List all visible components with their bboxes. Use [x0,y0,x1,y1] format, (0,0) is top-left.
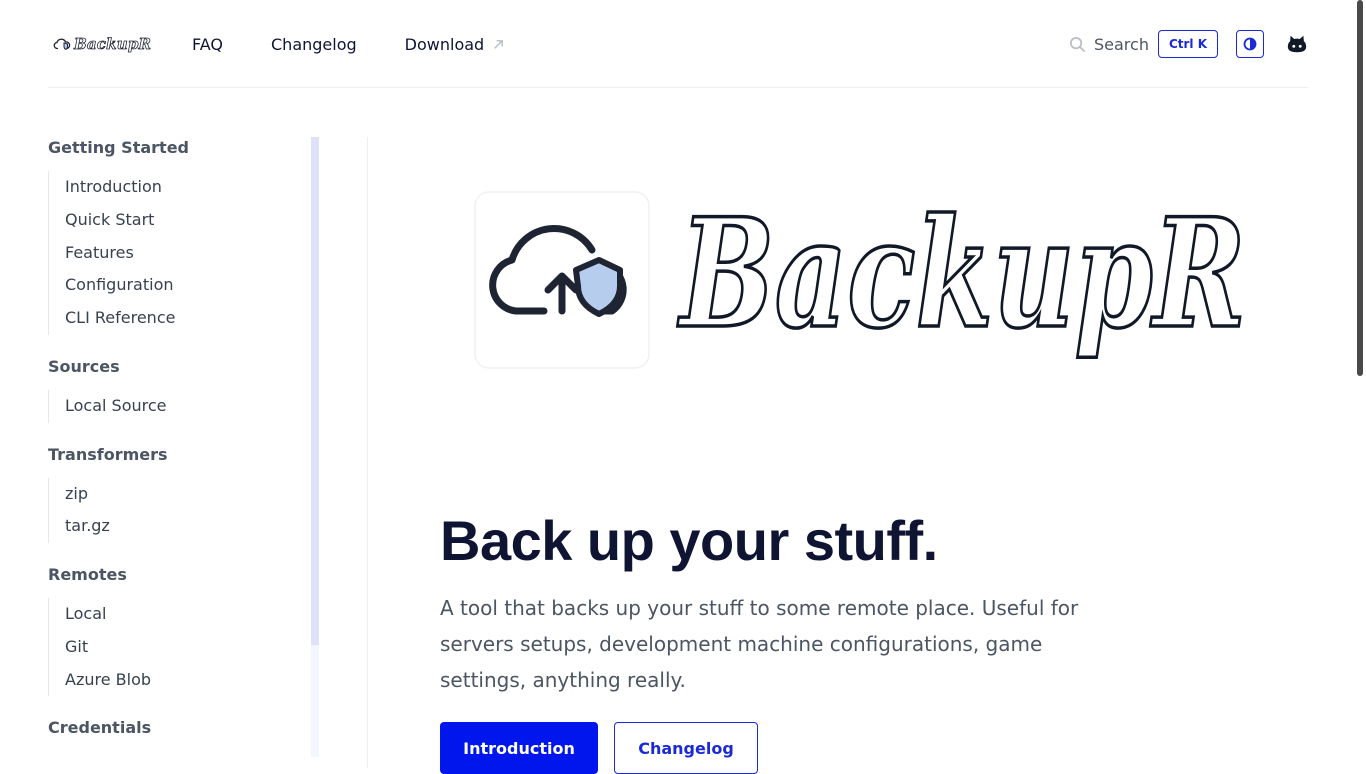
sidebar-item-label: Local Source [65,395,167,415]
theme-toggle-button[interactable] [1236,30,1264,58]
hero-logo: BackupR [474,186,1248,369]
sidebar-item-label: Local [65,604,107,623]
page-description: A tool that backs up your stuff to some … [440,596,1079,692]
sidebar-item-features[interactable]: Features [65,237,298,270]
half-circle-icon [1243,37,1257,51]
main-nav: FAQ Changelog Download [192,0,505,88]
sidebar-item-label: tar.gz [65,516,110,536]
page-title: Back up your stuff. [440,509,938,572]
sidebar-section-title: Remotes [48,565,127,584]
sidebar-section-getting-started: Getting Started Introduction Quick Start… [48,137,298,335]
search-shortcut-badge: Ctrl K [1157,30,1219,58]
search-button[interactable]: Search Ctrl K [1069,30,1219,58]
nav-link-label: Changelog [271,34,357,54]
github-icon [1287,35,1307,53]
sidebar-item-configuration[interactable]: Configuration [65,269,298,302]
sidebar-scrollbar-thumb[interactable] [311,137,319,645]
nav-link-changelog[interactable]: Changelog [271,35,357,54]
nav-link-download[interactable]: Download [405,35,506,54]
sidebar-item-label: zip [65,483,88,503]
sidebar-item-tar-gz[interactable]: tar.gz [65,510,298,543]
sidebar-section-sources: Sources Local Source [48,356,298,423]
cloud-shield-icon [53,38,71,50]
arrow-up-right-icon [494,39,504,49]
sidebar-section-title: Credentials [48,718,152,738]
sidebar-item-local[interactable]: Local [65,598,298,631]
search-icon [1070,36,1085,52]
search-label: Search [1094,34,1149,54]
sidebar-item-label: Introduction [65,177,162,196]
docs-sidebar: Getting Started Introduction Quick Start… [48,137,298,760]
sidebar-item-label: Features [65,242,134,262]
sidebar-item-local-source[interactable]: Local Source [65,390,298,423]
nav-link-label: Download [404,34,485,54]
sidebar-section-title: Getting Started [48,138,189,157]
hero-logo-wordmark: BackupR [677,186,1246,362]
sidebar-item-zip[interactable]: zip [65,478,298,511]
sidebar-item-cli-reference[interactable]: CLI Reference [65,302,298,335]
top-header: BackupR FAQ Changelog Download Search Ct… [48,0,1308,88]
logo-wordmark: BackupR [74,35,152,54]
sidebar-section-credentials: Credentials [48,717,298,739]
page-scrollbar-thumb[interactable] [1357,0,1363,376]
sidebar-item-azure-blob[interactable]: Azure Blob [65,664,298,697]
nav-link-faq[interactable]: FAQ [192,35,223,54]
sidebar-item-git[interactable]: Git [65,631,298,664]
github-link[interactable] [1286,33,1308,55]
sidebar-item-quick-start[interactable]: Quick Start [65,204,298,237]
sidebar-divider [367,137,368,768]
sidebar-item-label: CLI Reference [65,308,176,327]
home-logo-link[interactable]: BackupR [53,30,151,58]
sidebar-section-title: Transformers [48,444,168,464]
sidebar-item-introduction[interactable]: Introduction [65,171,298,204]
sidebar-item-label: Azure Blob [65,669,152,689]
introduction-button[interactable]: Introduction [440,722,598,774]
sidebar-item-label: Git [65,636,89,656]
sidebar-section-remotes: Remotes Local Git Azure Blob [48,564,298,697]
sidebar-section-title: Sources [48,356,120,376]
changelog-button[interactable]: Changelog [614,722,758,774]
sidebar-section-transformers: Transformers zip tar.gz [48,444,298,543]
nav-link-label: FAQ [192,34,223,54]
sidebar-item-label: Configuration [65,275,174,295]
sidebar-item-label: Quick Start [65,209,155,229]
cloud-shield-icon [474,191,650,369]
